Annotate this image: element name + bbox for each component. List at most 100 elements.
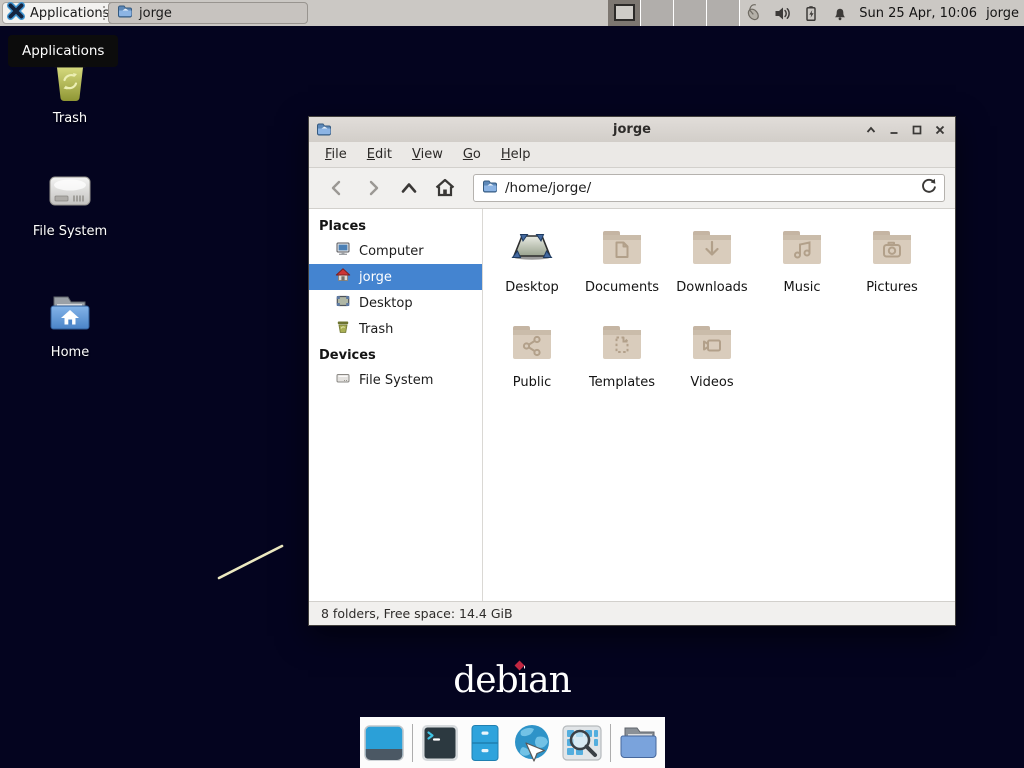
path-bar[interactable] [473, 174, 945, 202]
taskbar-folder-icon [117, 3, 133, 23]
panel-tray: Sun 25 Apr, 10:06 jorge [743, 0, 1019, 26]
window-folder-icon[interactable] [316, 121, 332, 141]
sidebar-item-jorge[interactable]: jorge [309, 264, 482, 290]
maximize-button[interactable] [905, 117, 928, 142]
trash-small-icon [335, 319, 351, 339]
file-item-label: Music [784, 280, 821, 295]
taskbar-window-label: jorge [139, 6, 172, 21]
top-panel: Applications jorge [0, 0, 1024, 26]
menu-view[interactable]: View [402, 143, 453, 166]
shade-button[interactable] [859, 117, 882, 142]
minimize-button[interactable] [882, 117, 905, 142]
music-folder-icon [778, 223, 826, 275]
file-item-label: Downloads [676, 280, 747, 295]
window-controls [859, 117, 951, 142]
menubar: File Edit View Go Help [309, 142, 955, 168]
applications-menu-label: Applications [30, 6, 109, 21]
debian-wordmark: debian [453, 660, 571, 701]
file-item-templates[interactable]: Templates [577, 318, 667, 413]
home-button[interactable] [429, 173, 461, 203]
battery-icon[interactable] [801, 3, 821, 23]
file-manager-icon[interactable] [618, 723, 662, 763]
statusbar-text: 8 folders, Free space: 14.4 GiB [321, 606, 513, 621]
dock [360, 717, 665, 768]
computer-icon [335, 241, 351, 261]
workspace-switcher [608, 0, 740, 26]
menu-file[interactable]: File [315, 143, 357, 166]
file-item-music[interactable]: Music [757, 223, 847, 318]
file-item-public[interactable]: Public [487, 318, 577, 413]
file-item-desktop[interactable]: Desktop [487, 223, 577, 318]
applications-tooltip: Applications [8, 35, 118, 67]
sidebar-item-label: Trash [359, 322, 393, 337]
desktop-icon-label: Trash [53, 111, 87, 126]
panel-handle[interactable] [102, 6, 106, 20]
dock-separator [610, 724, 611, 762]
desktop-icon-label: File System [33, 224, 107, 239]
close-button[interactable] [928, 117, 951, 142]
show-desktop-icon[interactable] [363, 723, 405, 763]
desktop-stroke-artifact [215, 542, 287, 582]
reload-icon[interactable] [920, 177, 938, 199]
volume-icon[interactable] [772, 3, 792, 23]
file-item-label: Templates [589, 375, 655, 390]
sidebar-item-label: Computer [359, 244, 424, 259]
desktop-icon [335, 293, 351, 313]
path-input[interactable] [505, 180, 913, 196]
taskbar-window-button[interactable]: jorge [108, 2, 308, 24]
workspace-4[interactable] [707, 0, 740, 26]
sidebar-item-computer[interactable]: Computer [309, 238, 482, 264]
toolbar [309, 168, 955, 209]
file-cabinet-icon[interactable] [467, 723, 503, 763]
workspace-3[interactable] [674, 0, 707, 26]
file-item-pictures[interactable]: Pictures [847, 223, 937, 318]
menu-edit[interactable]: Edit [357, 143, 402, 166]
menu-go[interactable]: Go [453, 143, 491, 166]
mouse-icon[interactable] [743, 3, 763, 23]
sidebar: Places Computer [309, 209, 483, 601]
sidebar-devices-header: Devices [309, 342, 482, 367]
sidebar-item-label: jorge [359, 270, 392, 285]
file-manager-window: jorge File Edit View Go Help [308, 116, 956, 626]
file-item-label: Desktop [505, 280, 559, 295]
applications-menu-button[interactable]: Applications [2, 2, 118, 24]
notifications-bell-icon[interactable] [830, 3, 850, 23]
videos-folder-icon [688, 318, 736, 370]
xfce-logo-icon [7, 2, 25, 24]
sidebar-item-label: File System [359, 373, 433, 388]
dock-separator [412, 724, 413, 762]
documents-folder-icon [598, 223, 646, 275]
sidebar-item-desktop[interactable]: Desktop [309, 290, 482, 316]
sidebar-item-trash[interactable]: Trash [309, 316, 482, 342]
file-item-label: Videos [690, 375, 733, 390]
panel-username: jorge [986, 6, 1019, 21]
web-browser-icon[interactable] [510, 722, 554, 764]
file-item-documents[interactable]: Documents [577, 223, 667, 318]
file-item-videos[interactable]: Videos [667, 318, 757, 413]
app-finder-icon[interactable] [561, 723, 603, 763]
file-list: Desktop Documents [483, 209, 955, 601]
file-item-label: Pictures [866, 280, 917, 295]
workspace-2[interactable] [641, 0, 674, 26]
panel-clock[interactable]: Sun 25 Apr, 10:06 [859, 6, 977, 21]
up-button[interactable] [393, 173, 425, 203]
window-titlebar[interactable]: jorge [309, 117, 955, 142]
file-item-label: Documents [585, 280, 659, 295]
home-icon [335, 267, 351, 287]
desktop-icon-label: Home [51, 345, 89, 360]
sidebar-places-header: Places [309, 213, 482, 238]
desktop-icon-home[interactable]: Home [20, 293, 120, 360]
menu-help[interactable]: Help [491, 143, 541, 166]
workspace-window-thumb [614, 4, 635, 21]
terminal-icon[interactable] [420, 723, 460, 763]
back-button[interactable] [321, 173, 353, 203]
sidebar-item-file-system[interactable]: File System [309, 367, 482, 393]
file-item-label: Public [513, 375, 551, 390]
downloads-folder-icon [688, 223, 736, 275]
desktop-icon-file-system[interactable]: File System [20, 172, 120, 239]
drive-small-icon [335, 370, 351, 390]
public-folder-icon [508, 318, 556, 370]
workspace-1[interactable] [608, 0, 641, 26]
file-item-downloads[interactable]: Downloads [667, 223, 757, 318]
forward-button[interactable] [357, 173, 389, 203]
